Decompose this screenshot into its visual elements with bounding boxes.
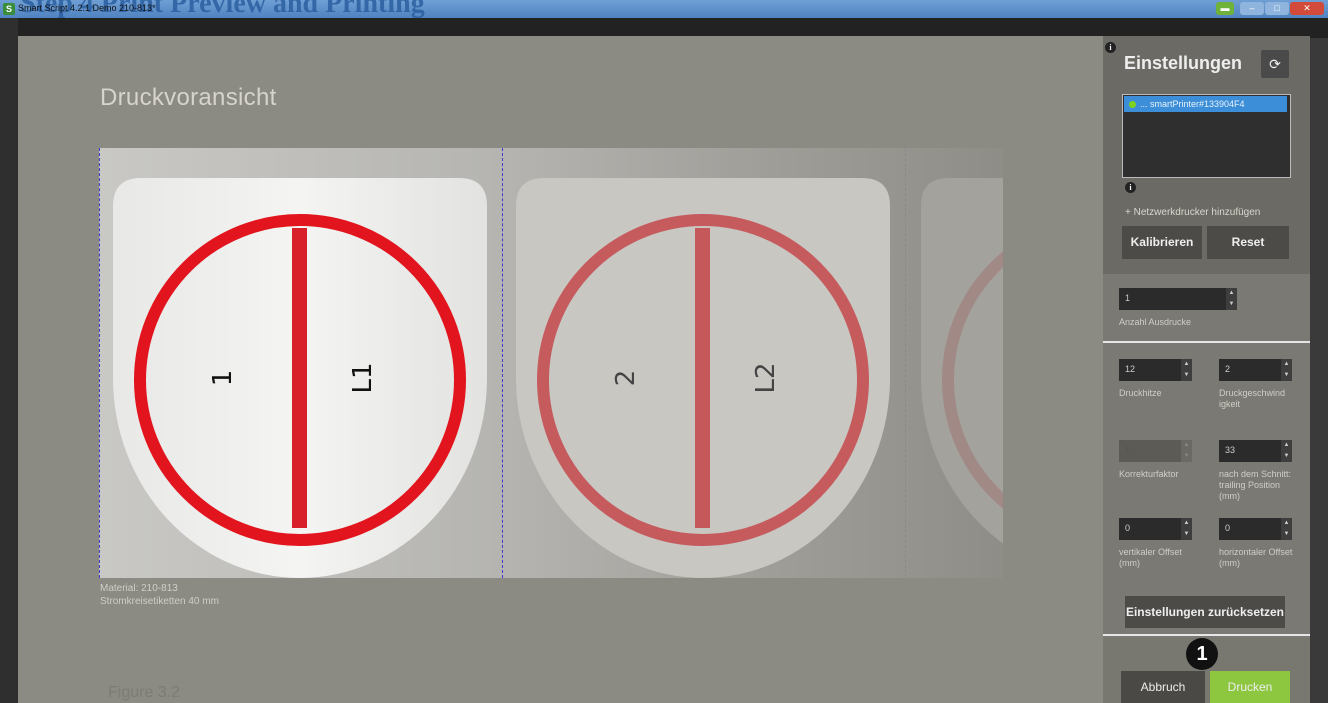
label-card-2: 2 L2 (516, 178, 890, 578)
stepper-arrows-icon[interactable]: ▲ ▼ (1281, 359, 1292, 381)
correction-factor-stepper: 1 ▲ ▼ (1119, 440, 1192, 462)
print-count-stepper[interactable]: 1 ▲ ▼ (1119, 288, 1237, 310)
printer-name: ... smartPrinter#133904F4 (1140, 99, 1245, 109)
print-heat-value: 12 (1125, 364, 1136, 374)
stepper-arrows-icon[interactable]: ▲ ▼ (1181, 518, 1192, 540)
material-info: Material: 210-813 Stromkreisetiketten 40… (100, 582, 219, 608)
close-window-button[interactable]: ✕ (1290, 2, 1324, 15)
settings-heading: Einstellungen (1124, 53, 1243, 73)
vertical-offset-stepper[interactable]: 0 ▲ ▼ (1119, 518, 1192, 540)
trailing-position-stepper[interactable]: 33 ▲ ▼ (1219, 440, 1292, 462)
add-network-printer-link[interactable]: + Netzwerkdrucker hinzufügen (1125, 207, 1260, 218)
minimize-button[interactable]: – (1240, 2, 1264, 15)
label-2-graphic: 2 L2 (516, 178, 890, 578)
stepper-arrows-icon[interactable]: ▲ ▼ (1181, 359, 1192, 381)
stepper-arrows-icon[interactable]: ▲ ▼ (1281, 518, 1292, 540)
print-preview-dialog: Druckvoransicht 1 L1 2 L2 Material: 210-… (18, 36, 1103, 703)
trailing-position-label: nach dem Schnitt: trailing Position (mm) (1219, 469, 1292, 501)
window-extra-button[interactable]: ▬ (1216, 2, 1234, 15)
label-preview-area: 1 L1 2 L2 (99, 148, 1003, 578)
printer-status-icon (1129, 101, 1136, 109)
print-speed-label: Druckgeschwind igkeit (1219, 388, 1286, 409)
cut-line-left (99, 148, 100, 578)
label-3-graphic (921, 178, 1003, 544)
reset-button[interactable]: Reset (1207, 226, 1289, 259)
printer-info-icon[interactable]: i (1125, 182, 1136, 193)
print-heat-stepper[interactable]: 12 ▲ ▼ (1119, 359, 1192, 381)
label-card-1: 1 L1 (113, 178, 487, 578)
stepper-arrows-icon: ▲ ▼ (1181, 440, 1192, 462)
app-toolbar-dark (18, 18, 1328, 38)
material-code: Material: 210-813 (100, 583, 178, 594)
material-description: Stromkreisetiketten 40 mm (100, 596, 219, 607)
printer-list-item[interactable]: ... smartPrinter#133904F4 (1124, 96, 1287, 112)
divider (1103, 341, 1310, 343)
stepper-arrows-icon[interactable]: ▲ ▼ (1281, 440, 1292, 462)
settings-panel: i Einstellungen ⟳ ... smartPrinter#13390… (1103, 36, 1310, 703)
horizontal-offset-value: 0 (1225, 523, 1231, 533)
refresh-button[interactable]: ⟳ (1261, 50, 1289, 78)
correction-factor-value: 1 (1125, 445, 1131, 455)
label-1-graphic: 1 L1 (113, 178, 487, 578)
print-speed-value: 2 (1225, 364, 1231, 374)
horizontal-offset-stepper[interactable]: 0 ▲ ▼ (1219, 518, 1292, 540)
print-count-label: Anzahl Ausdrucke (1119, 317, 1192, 327)
print-heat-label: Druckhitze (1119, 388, 1162, 398)
trailing-position-value: 33 (1225, 445, 1236, 455)
dialog-title: Druckvoransicht (100, 84, 277, 111)
print-count-value: 1 (1125, 293, 1131, 303)
horizontal-offset-label: horizontaler Offset (mm) (1219, 547, 1293, 568)
annotation-marker: 1 (1186, 638, 1218, 670)
cut-line-right (905, 148, 906, 578)
label-2-left-text: 2 (611, 370, 641, 387)
app-icon: S (3, 3, 15, 15)
window-titlebar: Step 4 Print Preview and Printing S Smar… (0, 0, 1328, 19)
window-title: Smart Script 4.2.1 Demo 210-813* (18, 3, 156, 13)
vertical-offset-value: 0 (1125, 523, 1131, 533)
maximize-button[interactable]: □ (1265, 2, 1289, 15)
divider (1103, 634, 1310, 636)
printer-list[interactable]: ... smartPrinter#133904F4 (1122, 94, 1291, 178)
label-card-3-partial (921, 178, 1003, 578)
calibrate-button[interactable]: Kalibrieren (1122, 226, 1202, 259)
reset-settings-button[interactable]: Einstellungen zurücksetzen (1125, 596, 1285, 628)
label-1-left-text: 1 (208, 370, 238, 387)
correction-factor-label: Korrekturfaktor (1119, 469, 1179, 479)
cut-line-middle (502, 148, 503, 578)
label-2-right-text: L2 (751, 362, 781, 393)
left-strip (0, 18, 18, 703)
cancel-button[interactable]: Abbruch (1121, 671, 1205, 703)
figure-caption: Figure 3.2 (108, 684, 181, 701)
stepper-arrows-icon[interactable]: ▲ ▼ (1226, 288, 1237, 310)
print-button[interactable]: Drucken (1210, 671, 1290, 703)
label-1-right-text: L1 (348, 362, 378, 393)
print-speed-stepper[interactable]: 2 ▲ ▼ (1219, 359, 1292, 381)
vertical-offset-label: vertikaler Offset (mm) (1119, 547, 1182, 568)
info-icon[interactable]: i (1105, 42, 1116, 53)
